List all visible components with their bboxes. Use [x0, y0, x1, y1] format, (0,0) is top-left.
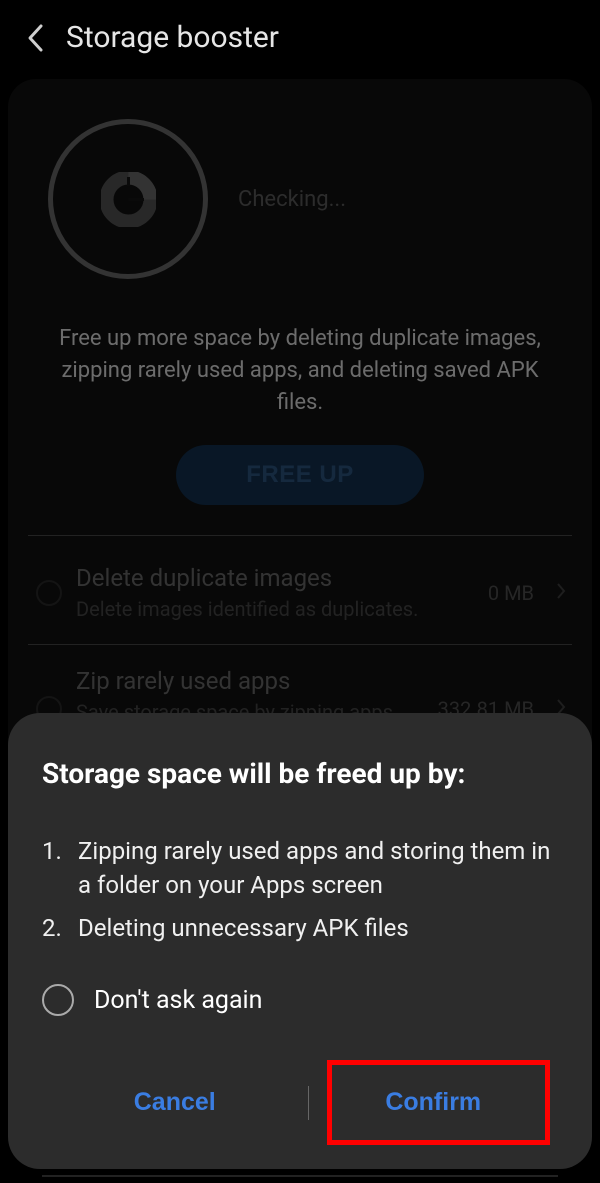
main-card: Checking... Free up more space by deleti…: [8, 79, 592, 783]
bottom-divider: [42, 1175, 558, 1177]
status-text: Checking...: [238, 187, 346, 212]
item-title: Zip rarely used apps: [76, 667, 424, 695]
status-row: Checking...: [28, 119, 572, 279]
app-header: Storage booster: [0, 0, 600, 79]
dialog-points: Zipping rarely used apps and storing the…: [42, 834, 558, 946]
dialog-title: Storage space will be freed up by:: [42, 757, 558, 790]
dont-ask-row[interactable]: Don't ask again: [42, 984, 558, 1016]
free-up-button[interactable]: FREE UP: [176, 445, 424, 505]
checkbox-icon[interactable]: [36, 580, 62, 606]
dialog-point: Zipping rarely used apps and storing the…: [42, 834, 558, 904]
confirm-button[interactable]: Confirm: [309, 1066, 559, 1139]
page-title: Storage booster: [66, 20, 279, 55]
back-icon[interactable]: [24, 27, 46, 49]
radio-icon[interactable]: [42, 984, 74, 1016]
divider: [28, 535, 572, 536]
chevron-right-icon: [556, 582, 566, 604]
cancel-button[interactable]: Cancel: [42, 1066, 308, 1139]
confirm-dialog: Storage space will be freed up by: Zippi…: [8, 713, 592, 1169]
item-title: Delete duplicate images: [76, 564, 474, 592]
dialog-actions: Cancel Confirm: [42, 1066, 558, 1139]
progress-ring-icon: [48, 119, 208, 279]
item-value: 0 MB: [488, 581, 534, 605]
dont-ask-label: Don't ask again: [94, 986, 262, 1015]
list-item-duplicates[interactable]: Delete duplicate images Delete images id…: [28, 542, 572, 645]
description-text: Free up more space by deleting duplicate…: [28, 279, 572, 445]
item-subtitle: Delete images identified as duplicates.: [76, 596, 474, 622]
dialog-point: Deleting unnecessary APK files: [42, 911, 558, 946]
